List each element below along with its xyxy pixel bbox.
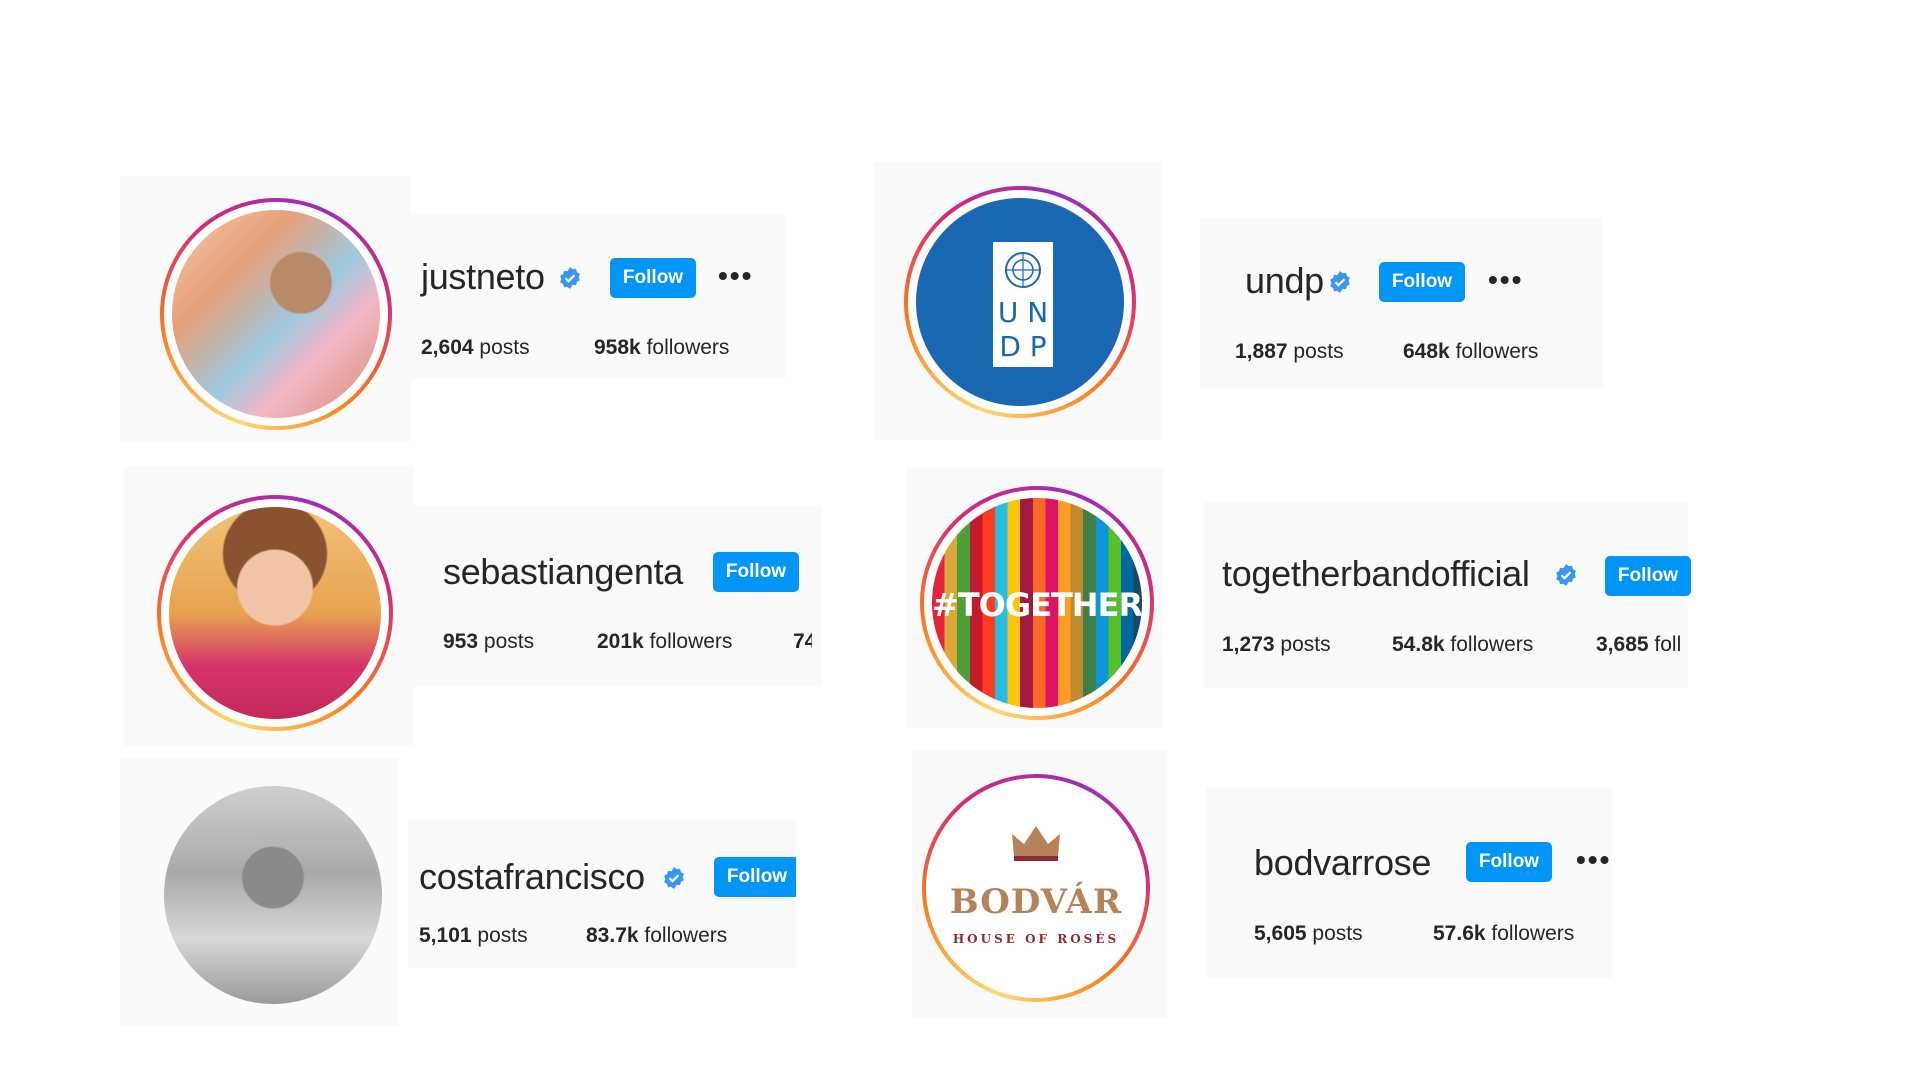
followers-stat[interactable]: 57.6k followers [1433, 922, 1574, 946]
verified-badge-icon [1556, 564, 1576, 586]
verified-badge-icon [1330, 271, 1350, 293]
following-count: 3,685 [1596, 633, 1649, 656]
posts-count: 953 [443, 630, 479, 653]
posts-label: posts [1293, 340, 1344, 363]
following-stat[interactable]: 3,685 foll [1596, 633, 1681, 657]
posts-count: 1,273 [1222, 633, 1275, 656]
profile-avatar-togetherband[interactable]: #TOGETHER [920, 486, 1154, 720]
follow-button[interactable]: Follow [1605, 556, 1691, 596]
followers-label: followers [646, 336, 730, 359]
profile-avatar-justneto[interactable] [160, 198, 392, 430]
followers-count: 83.7k [586, 924, 639, 947]
follow-button[interactable]: Follow [610, 258, 696, 298]
followers-label: followers [1455, 340, 1539, 363]
posts-stat: 5,605 posts [1254, 922, 1363, 946]
un-emblem-icon [1005, 252, 1041, 288]
more-options-icon[interactable]: ••• [718, 260, 753, 292]
followers-label: followers [1450, 633, 1534, 656]
followers-count: 57.6k [1433, 922, 1486, 945]
username[interactable]: justneto [421, 256, 545, 298]
posts-stat: 5,101 posts [419, 924, 528, 948]
logo-text-top: BODVÁR [949, 882, 1123, 922]
posts-label: posts [477, 924, 528, 947]
logo-text-bottom: HOUSE OF ROSÉS [952, 932, 1120, 946]
logo-text-top: U N [997, 296, 1049, 329]
follow-button[interactable]: Follow [1466, 842, 1552, 882]
posts-count: 1,887 [1235, 340, 1288, 363]
posts-stat: 953 posts [443, 630, 534, 654]
more-options-icon[interactable]: ••• [1576, 844, 1611, 876]
crown-icon [1012, 826, 1060, 861]
followers-count: 958k [594, 336, 641, 359]
verified-badge-icon [560, 267, 580, 289]
undp-logo: U N D P [916, 198, 1124, 406]
posts-count: 5,605 [1254, 922, 1307, 945]
follow-button[interactable]: Follow [714, 857, 796, 897]
more-options-icon[interactable]: ••• [1488, 264, 1523, 296]
profile-avatar-undp[interactable]: U N D P [904, 186, 1136, 418]
posts-label: posts [1280, 633, 1331, 656]
posts-count: 2,604 [421, 336, 474, 359]
followers-stat[interactable]: 958k followers [594, 336, 729, 360]
logo-text-bottom: D P [999, 330, 1047, 363]
username[interactable]: togetherbandofficial [1222, 553, 1530, 595]
profile-avatar-sebastiangenta[interactable] [157, 495, 393, 731]
profile-illustration [169, 507, 381, 719]
followers-stat[interactable]: 648k followers [1403, 340, 1538, 364]
followers-stat[interactable]: 54.8k followers [1392, 633, 1533, 657]
profile-photo [172, 210, 380, 418]
togetherband-logo: #TOGETHER [932, 498, 1142, 708]
followers-label: followers [649, 630, 733, 653]
bodvar-logo: BODVÁR HOUSE OF ROSÉS [932, 784, 1140, 992]
following-stat-cut[interactable]: 74 [793, 630, 812, 654]
followers-label: followers [1491, 922, 1575, 945]
follow-button[interactable]: Follow [713, 552, 799, 592]
profile-avatar-costafrancisco[interactable] [164, 786, 382, 1004]
username[interactable]: undp [1245, 260, 1324, 302]
verified-badge-icon [664, 867, 684, 889]
posts-label: posts [483, 630, 535, 653]
info-panel [413, 506, 821, 686]
posts-stat: 1,887 posts [1235, 340, 1344, 364]
followers-count: 201k [597, 630, 644, 653]
followers-count: 648k [1403, 340, 1450, 363]
follow-button[interactable]: Follow [1379, 262, 1465, 302]
logo-text: #TOGETHER [932, 586, 1142, 624]
posts-count: 5,101 [419, 924, 472, 947]
followers-stat[interactable]: 83.7k followers [586, 924, 727, 948]
posts-stat: 2,604 posts [421, 336, 530, 360]
profile-photo [164, 786, 382, 1004]
username[interactable]: sebastiangenta [443, 551, 683, 593]
posts-label: posts [1312, 922, 1363, 945]
posts-label: posts [479, 336, 530, 359]
posts-stat: 1,273 posts [1222, 633, 1331, 657]
profile-avatar-bodvarrose[interactable]: BODVÁR HOUSE OF ROSÉS [922, 774, 1150, 1002]
followers-label: followers [644, 924, 728, 947]
followers-count: 54.8k [1392, 633, 1445, 656]
following-label: foll [1654, 633, 1682, 656]
username[interactable]: bodvarrose [1254, 842, 1431, 884]
username[interactable]: costafrancisco [419, 856, 645, 898]
followers-stat[interactable]: 201k followers [597, 630, 732, 654]
